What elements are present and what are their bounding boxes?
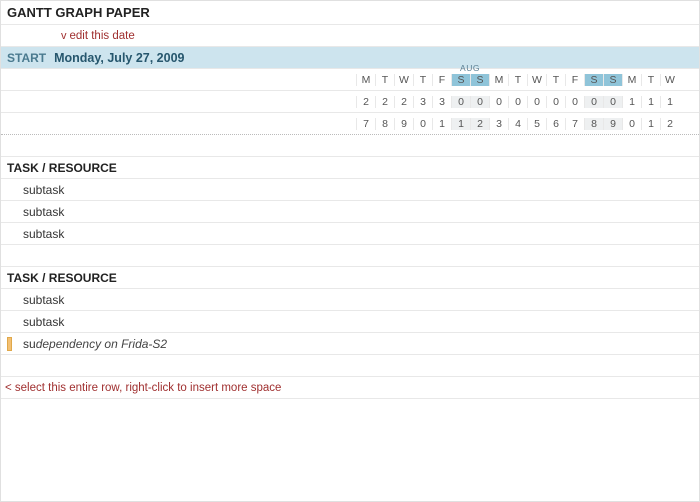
task-row[interactable]: subtask: [1, 179, 699, 201]
day-cell[interactable]: 3: [489, 118, 508, 130]
day-cell[interactable]: S: [603, 74, 622, 86]
day-cell[interactable]: 0: [527, 96, 546, 108]
day-cell[interactable]: 8: [584, 118, 603, 130]
task-header-2[interactable]: TASK / RESOURCE: [1, 267, 699, 289]
day-cell[interactable]: 0: [546, 96, 565, 108]
day-cell[interactable]: T: [413, 74, 432, 86]
start-row: START Monday, July 27, 2009 AUG: [1, 47, 699, 69]
day-cell[interactable]: 8: [375, 118, 394, 130]
day-cell[interactable]: 2: [356, 96, 375, 108]
day-cell[interactable]: 1: [641, 118, 660, 130]
day-cell[interactable]: 2: [660, 118, 679, 130]
insert-hint: < select this entire row, right-click to…: [1, 382, 356, 394]
task-row[interactable]: subtask: [1, 223, 699, 245]
day-cell[interactable]: 2: [375, 96, 394, 108]
day-digits-top: 22233000000000111: [356, 96, 699, 108]
day-cell[interactable]: M: [489, 74, 508, 86]
day-cell[interactable]: S: [470, 74, 489, 86]
subtask-label: subtask: [23, 183, 64, 197]
day-digits-top-row: 22233000000000111: [1, 91, 699, 113]
day-letters: MTWTFSSMTWTFSSMTW: [356, 74, 699, 86]
day-cell[interactable]: 7: [565, 118, 584, 130]
day-cell[interactable]: M: [356, 74, 375, 86]
day-cell[interactable]: 0: [470, 96, 489, 108]
month-label: AUG: [451, 63, 489, 73]
day-cell[interactable]: 6: [546, 118, 565, 130]
day-cell[interactable]: 1: [641, 96, 660, 108]
day-cell[interactable]: 4: [508, 118, 527, 130]
start-label: START: [7, 51, 46, 65]
day-cell[interactable]: 0: [622, 118, 641, 130]
day-cell[interactable]: 1: [451, 118, 470, 130]
day-cell[interactable]: F: [432, 74, 451, 86]
day-digits-bot: 78901123456789012: [356, 118, 699, 130]
day-cell[interactable]: W: [660, 74, 679, 86]
day-cell[interactable]: 0: [451, 96, 470, 108]
day-cell[interactable]: S: [451, 74, 470, 86]
day-cell[interactable]: T: [546, 74, 565, 86]
subtask-label: subtask: [23, 205, 64, 219]
day-cell[interactable]: W: [527, 74, 546, 86]
day-cell[interactable]: 9: [603, 118, 622, 130]
task-row[interactable]: subtask: [1, 311, 699, 333]
task-row[interactable]: subtask: [1, 289, 699, 311]
day-cell[interactable]: F: [565, 74, 584, 86]
day-cell[interactable]: S: [584, 74, 603, 86]
title-row: GANTT GRAPH PAPER: [1, 1, 699, 25]
task-header-1[interactable]: TASK / RESOURCE: [1, 157, 699, 179]
dependency-text: dependency on Frida-S2: [36, 337, 167, 351]
dependency-marker-icon: [7, 337, 12, 351]
task-row[interactable]: su dependency on Frida-S2: [1, 333, 699, 355]
day-cell[interactable]: 0: [489, 96, 508, 108]
gantt-sheet: GANTT GRAPH PAPER v edit this date START…: [1, 1, 699, 501]
day-digits-bot-row: 78901123456789012: [1, 113, 699, 135]
subtask-label: subtask: [23, 293, 64, 307]
day-cell[interactable]: T: [641, 74, 660, 86]
edit-date-hint: edit this date: [70, 30, 135, 42]
spacer: [1, 245, 699, 267]
day-cell[interactable]: 0: [413, 118, 432, 130]
edit-date-row[interactable]: v edit this date: [1, 25, 699, 47]
subtask-label: subtask: [23, 227, 64, 241]
day-cell[interactable]: 1: [432, 118, 451, 130]
task-row[interactable]: subtask: [1, 201, 699, 223]
day-cell[interactable]: 9: [394, 118, 413, 130]
subtask-label: subtask: [23, 315, 64, 329]
day-cell[interactable]: T: [375, 74, 394, 86]
day-cell[interactable]: M: [622, 74, 641, 86]
subtask-prefix: su: [23, 337, 36, 351]
spacer: [1, 355, 699, 377]
day-cell[interactable]: 3: [413, 96, 432, 108]
start-date[interactable]: Monday, July 27, 2009: [54, 51, 184, 65]
spacer: [1, 135, 699, 157]
day-cell[interactable]: 0: [565, 96, 584, 108]
day-cell[interactable]: T: [508, 74, 527, 86]
task-header-label: TASK / RESOURCE: [1, 161, 356, 175]
day-cell[interactable]: 1: [622, 96, 641, 108]
day-cell[interactable]: 2: [394, 96, 413, 108]
day-cell[interactable]: 1: [660, 96, 679, 108]
day-cell[interactable]: 0: [508, 96, 527, 108]
day-letters-row: MTWTFSSMTWTFSSMTW: [1, 69, 699, 91]
day-cell[interactable]: 2: [470, 118, 489, 130]
chevron-down-icon: v: [61, 30, 67, 42]
insert-hint-row[interactable]: < select this entire row, right-click to…: [1, 377, 699, 399]
day-cell[interactable]: 5: [527, 118, 546, 130]
page-title: GANTT GRAPH PAPER: [1, 5, 356, 20]
day-cell[interactable]: 3: [432, 96, 451, 108]
day-cell[interactable]: 7: [356, 118, 375, 130]
day-cell[interactable]: 0: [603, 96, 622, 108]
task-header-label: TASK / RESOURCE: [1, 271, 356, 285]
day-cell[interactable]: 0: [584, 96, 603, 108]
day-cell[interactable]: W: [394, 74, 413, 86]
